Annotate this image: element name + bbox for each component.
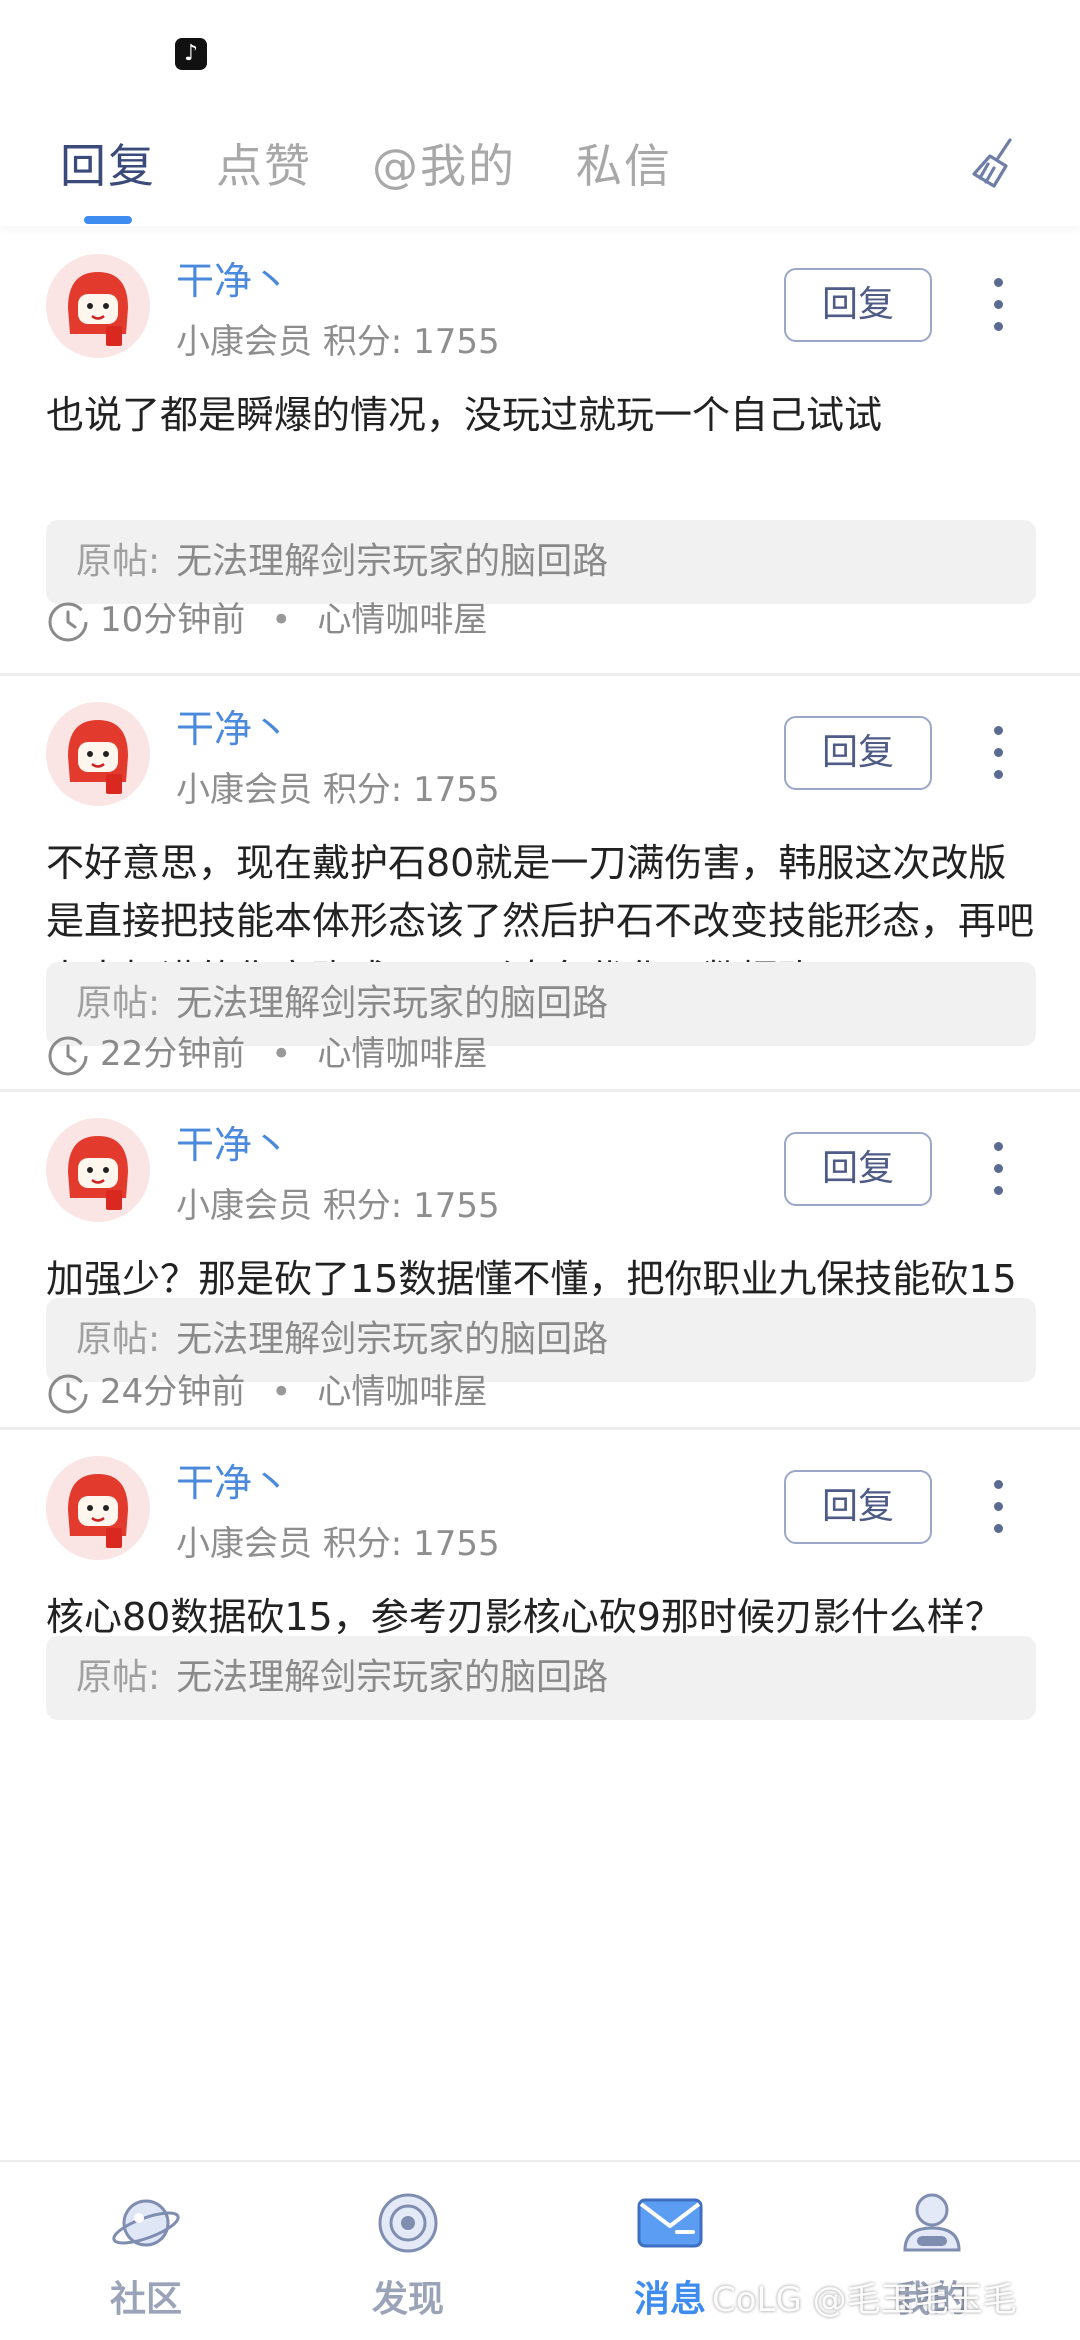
reply-meta: 10分钟前 • 心情咖啡屋 bbox=[46, 598, 487, 644]
avatar[interactable] bbox=[46, 1456, 150, 1560]
clock-icon bbox=[48, 602, 88, 641]
points: 积分: 1755 bbox=[322, 322, 500, 362]
origin-title: 无法理解剑宗玩家的脑回路 bbox=[176, 983, 609, 1024]
reply-text: 也说了都是瞬爆的情况，没玩过就玩一个自己试试 bbox=[46, 393, 883, 437]
username[interactable]: 干净丶 bbox=[176, 250, 290, 305]
origin-label: 原帖: bbox=[76, 983, 161, 1024]
reply-card: 干净丶 小康会员 积分: 1755 回复 核心80数据砍15，参考刃影核心砍9那… bbox=[0, 1430, 1080, 1890]
board-name[interactable]: 心情咖啡屋 bbox=[317, 1372, 487, 1412]
reply-meta: 22分钟前 • 心情咖啡屋 bbox=[46, 1032, 487, 1078]
more-vertical-icon[interactable] bbox=[980, 274, 1016, 336]
tiktok-icon: ♪ bbox=[175, 38, 207, 70]
radar-icon bbox=[378, 2193, 438, 2253]
broom-icon[interactable] bbox=[964, 134, 1024, 194]
username[interactable]: 干净丶 bbox=[176, 1452, 290, 1507]
watermark: CoLG @毛玉毛玉毛 bbox=[712, 2280, 1017, 2320]
tab-mentions[interactable]: @我的 bbox=[372, 130, 516, 196]
points: 积分: 1755 bbox=[322, 1186, 500, 1226]
time-ago: 22分钟前 bbox=[100, 1034, 246, 1074]
avatar[interactable] bbox=[46, 702, 150, 806]
tab-messages[interactable]: 私信 bbox=[576, 130, 672, 196]
reply-button[interactable]: 回复 bbox=[784, 716, 932, 790]
avatar[interactable] bbox=[46, 254, 150, 358]
reply-button[interactable]: 回复 bbox=[784, 1470, 932, 1544]
more-vertical-icon[interactable] bbox=[980, 1138, 1016, 1200]
more-vertical-icon[interactable] bbox=[980, 722, 1016, 784]
points: 积分: 1755 bbox=[322, 770, 500, 810]
time-ago: 10分钟前 bbox=[100, 600, 246, 640]
origin-label: 原帖: bbox=[76, 1319, 161, 1360]
original-post-link[interactable]: 原帖: 无法理解剑宗玩家的脑回路 bbox=[46, 520, 1036, 604]
clock-icon bbox=[48, 1374, 88, 1413]
active-tab-indicator bbox=[84, 216, 132, 224]
user-meta: 小康会员 积分: 1755 bbox=[176, 1516, 500, 1565]
more-vertical-icon[interactable] bbox=[980, 1476, 1016, 1538]
origin-title: 无法理解剑宗玩家的脑回路 bbox=[176, 1319, 609, 1360]
origin-label: 原帖: bbox=[76, 1657, 161, 1698]
board-name[interactable]: 心情咖啡屋 bbox=[317, 1034, 487, 1074]
reply-button[interactable]: 回复 bbox=[784, 268, 932, 342]
tab-reply[interactable]: 回复 bbox=[60, 130, 156, 196]
status-bar: ♪ bbox=[0, 0, 1080, 110]
origin-label: 原帖: bbox=[76, 541, 161, 582]
member-level: 小康会员 bbox=[176, 1186, 312, 1226]
board-name[interactable]: 心情咖啡屋 bbox=[317, 600, 487, 640]
origin-title: 无法理解剑宗玩家的脑回路 bbox=[176, 541, 609, 582]
member-level: 小康会员 bbox=[176, 1524, 312, 1564]
message-tabs: 回复 点赞 @我的 私信 bbox=[0, 110, 1080, 226]
member-level: 小康会员 bbox=[176, 322, 312, 362]
reply-button[interactable]: 回复 bbox=[784, 1132, 932, 1206]
clock-icon bbox=[48, 1036, 88, 1075]
nav-discover[interactable]: 发现 bbox=[328, 2184, 488, 2322]
user-meta: 小康会员 积分: 1755 bbox=[176, 1178, 500, 1227]
nav-community[interactable]: 社区 bbox=[66, 2184, 226, 2322]
reply-meta: 24分钟前 • 心情咖啡屋 bbox=[46, 1370, 487, 1416]
time-ago: 24分钟前 bbox=[100, 1372, 246, 1412]
reply-card: 干净丶 小康会员 积分: 1755 回复 不好意思，现在戴护石80就是一刀满伤害… bbox=[0, 676, 1080, 1092]
origin-title: 无法理解剑宗玩家的脑回路 bbox=[176, 1657, 609, 1698]
points: 积分: 1755 bbox=[322, 1524, 500, 1564]
reply-list: 干净丶 小康会员 积分: 1755 回复 也说了都是瞬爆的情况，没玩过就玩一个自… bbox=[0, 228, 1080, 2160]
original-post-link[interactable]: 原帖: 无法理解剑宗玩家的脑回路 bbox=[46, 1636, 1036, 1720]
username[interactable]: 干净丶 bbox=[176, 698, 290, 753]
member-level: 小康会员 bbox=[176, 770, 312, 810]
avatar[interactable] bbox=[46, 1118, 150, 1222]
username[interactable]: 干净丶 bbox=[176, 1114, 290, 1169]
user-icon bbox=[903, 2193, 961, 2252]
reply-card: 干净丶 小康会员 积分: 1755 回复 加强少？那是砍了15数据懂不懂，把你职… bbox=[0, 1092, 1080, 1430]
user-meta: 小康会员 积分: 1755 bbox=[176, 762, 500, 811]
nav-label: 社区 bbox=[109, 2279, 182, 2320]
nav-label: 发现 bbox=[371, 2279, 444, 2320]
tab-likes[interactable]: 点赞 bbox=[216, 130, 312, 196]
user-meta: 小康会员 积分: 1755 bbox=[176, 314, 500, 363]
mail-icon bbox=[637, 2198, 703, 2248]
planet-icon bbox=[112, 2199, 180, 2247]
reply-card: 干净丶 小康会员 积分: 1755 回复 也说了都是瞬爆的情况，没玩过就玩一个自… bbox=[0, 228, 1080, 676]
